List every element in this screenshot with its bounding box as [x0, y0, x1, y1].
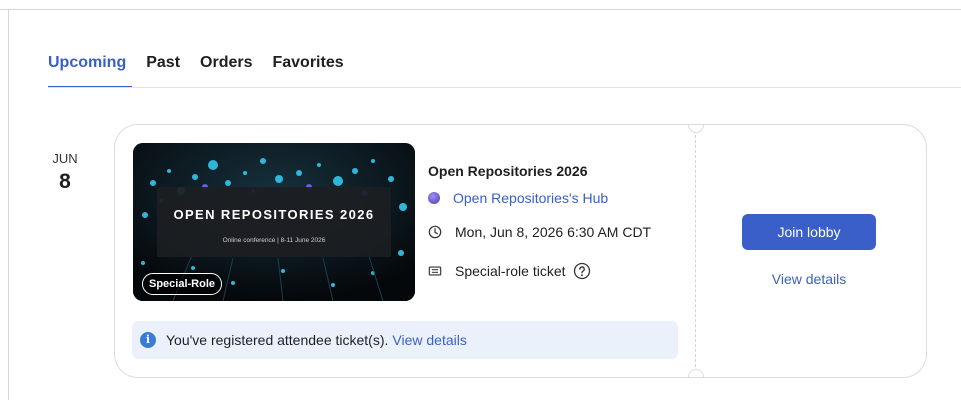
- event-ticket-type: Special-role ticket: [455, 263, 566, 279]
- tab-bar: Upcoming Past Orders Favorites: [48, 54, 364, 88]
- registration-notice: i You've registered attendee ticket(s). …: [132, 321, 678, 359]
- event-host-name[interactable]: Open Repositories's Hub: [453, 190, 608, 206]
- event-title[interactable]: Open Repositories 2026: [428, 163, 588, 179]
- card-notch-bottom: [688, 369, 704, 377]
- tab-bar-divider: [48, 87, 961, 88]
- thumbnail-title: OPEN REPOSITORIES 2026: [173, 207, 375, 222]
- ticket-icon: [428, 266, 442, 276]
- help-icon[interactable]: [573, 262, 591, 280]
- registration-notice-text: You've registered attendee ticket(s).: [166, 332, 389, 348]
- special-role-badge: Special-Role: [142, 273, 223, 295]
- frame-left-border: [8, 9, 9, 400]
- event-date: JUN 8: [50, 151, 80, 194]
- card-dashed-divider: [695, 125, 696, 377]
- event-thumbnail[interactable]: OPEN REPOSITORIES 2026 Online conference…: [133, 143, 415, 301]
- event-datetime: Mon, Jun 8, 2026 6:30 AM CDT: [455, 224, 652, 240]
- thumbnail-subtitle: Online conference | 8-11 June 2026: [222, 237, 326, 244]
- event-host[interactable]: Open Repositories's Hub: [428, 190, 608, 206]
- notice-view-details-link[interactable]: View details: [392, 332, 466, 348]
- view-details-link[interactable]: View details: [742, 271, 876, 287]
- event-card: OPEN REPOSITORIES 2026 Online conference…: [114, 124, 927, 378]
- clock-icon: [428, 225, 442, 239]
- thumbnail-title-panel: OPEN REPOSITORIES 2026 Online conference…: [157, 187, 391, 257]
- event-datetime-row: Mon, Jun 8, 2026 6:30 AM CDT: [428, 224, 651, 240]
- event-day: 8: [59, 170, 71, 193]
- tab-orders[interactable]: Orders: [200, 54, 252, 88]
- host-avatar-icon: [428, 192, 440, 204]
- tab-favorites[interactable]: Favorites: [272, 54, 343, 88]
- tab-upcoming[interactable]: Upcoming: [48, 54, 133, 88]
- join-lobby-button[interactable]: Join lobby: [742, 214, 876, 250]
- event-ticket-row: Special-role ticket: [428, 262, 591, 280]
- card-notch-top: [688, 125, 704, 133]
- event-month: JUN: [52, 151, 78, 166]
- frame-top-border: [0, 9, 961, 10]
- info-icon: i: [140, 332, 156, 348]
- tab-past[interactable]: Past: [146, 54, 180, 88]
